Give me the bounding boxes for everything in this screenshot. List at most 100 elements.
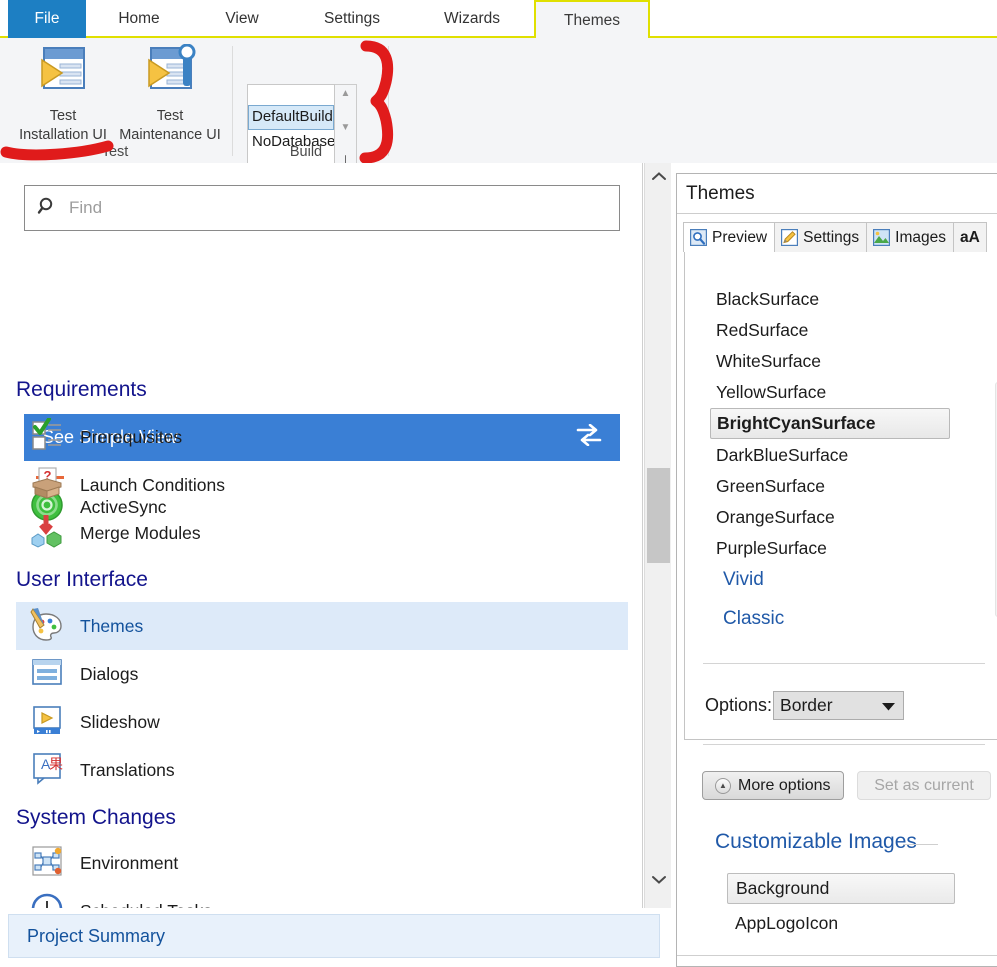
test-maintenance-ui-icon — [143, 44, 197, 101]
divider-above-buttons — [703, 744, 985, 745]
customizable-images-title: Customizable Images — [715, 830, 917, 854]
theme-item-whitesurface[interactable]: WhiteSurface — [710, 346, 950, 377]
theme-group-classic[interactable]: Classic — [723, 608, 784, 630]
theme-item-greensurface[interactable]: GreenSurface — [710, 471, 950, 502]
svg-text:果: 果 — [49, 756, 63, 772]
test-maintenance-ui-label: Test Maintenance UI — [119, 107, 221, 145]
sidebar-item-prerequisites[interactable]: Prerequisites — [16, 413, 628, 461]
tab-fonts[interactable]: aA — [953, 222, 987, 252]
ribbon-body: Test Installation UI Test Mainten — [0, 38, 997, 163]
scroll-up-arrow-icon[interactable]: ▲ — [341, 89, 351, 99]
theme-item-orangesurface[interactable]: OrangeSurface — [710, 502, 950, 533]
scroll-down-icon[interactable] — [645, 868, 672, 890]
ribbon-tab-settings[interactable]: Settings — [300, 0, 404, 38]
theme-item-darkbluesurface[interactable]: DarkBlueSurface — [710, 440, 950, 471]
theme-item-label: BrightCyanSurface — [717, 413, 876, 434]
scroll-down-arrow-icon[interactable]: ▼ — [341, 123, 351, 133]
search-input[interactable] — [67, 197, 587, 219]
theme-item-label: PurpleSurface — [716, 538, 827, 559]
ribbon-tabstrip: File Home View Settings Wizards Themes — [0, 0, 997, 38]
sidebar-header-system-changes: System Changes — [16, 806, 176, 830]
ribbon-tab-wizards-label: Wizards — [444, 10, 500, 28]
tab-fonts-label: aA — [960, 229, 980, 247]
slideshow-icon — [30, 703, 64, 742]
sidebar-item-translations-label: Translations — [80, 760, 175, 781]
tab-settings[interactable]: Settings — [774, 222, 867, 252]
theme-group-vivid[interactable]: Vivid — [723, 569, 764, 591]
set-as-current-button[interactable]: Set as current — [857, 771, 991, 800]
project-summary-label: Project Summary — [27, 926, 165, 947]
options-row: Options: Border — [705, 691, 904, 720]
sidebar-item-merge-modules[interactable]: Merge Modules — [16, 509, 628, 557]
ribbon-tab-file-label: File — [35, 10, 60, 28]
ribbon-tab-file[interactable]: File — [8, 0, 86, 38]
settings-pencil-icon — [781, 229, 798, 246]
chevron-down-icon — [882, 695, 895, 716]
image-item-background[interactable]: Background — [727, 873, 955, 904]
scrollbar-thumb[interactable] — [647, 468, 670, 563]
environment-icon — [30, 844, 64, 883]
theme-item-label: DarkBlueSurface — [716, 445, 848, 466]
more-options-button[interactable]: ▲ More options — [702, 771, 844, 800]
sidebar-item-merge-modules-label: Merge Modules — [80, 523, 201, 544]
chevron-up-icon: ▲ — [715, 778, 731, 794]
project-summary-bar[interactable]: Project Summary — [8, 914, 660, 958]
tab-settings-label: Settings — [803, 229, 859, 247]
theme-item-label: YellowSurface — [716, 382, 826, 403]
build-list-item-defaultbuild[interactable]: DefaultBuild — [248, 105, 334, 130]
customizable-images-rule — [903, 844, 938, 845]
ribbon-group-test-label: Test — [0, 144, 230, 160]
sidebar-item-dialogs[interactable]: Dialogs — [16, 650, 628, 698]
prerequisites-icon — [30, 418, 64, 457]
theme-item-label: BlackSurface — [716, 289, 819, 310]
sidebar-item-themes-label: Themes — [80, 616, 143, 637]
test-installation-ui-icon — [36, 44, 90, 101]
sidebar-item-themes[interactable]: Themes — [16, 602, 628, 650]
find-box[interactable] — [24, 185, 620, 231]
images-picture-icon — [873, 229, 890, 246]
ribbon-group-divider-2 — [388, 46, 389, 156]
theme-item-redsurface[interactable]: RedSurface — [710, 315, 950, 346]
ribbon-tab-view-label: View — [225, 10, 258, 28]
ribbon-group-build: DefaultBuild NoDatabase ▲ ▼ ⏐ Build — [236, 38, 376, 163]
theme-item-brightcyansurface[interactable]: BrightCyanSurface — [710, 408, 950, 439]
image-item-applogoicon[interactable]: AppLogoIcon — [727, 908, 955, 939]
tab-preview-label: Preview — [712, 229, 767, 247]
divider-above-options — [703, 663, 985, 664]
test-maintenance-ui-button[interactable]: Test Maintenance UI — [115, 44, 225, 145]
themes-panel-tabstrip: Preview Settings — [683, 222, 997, 252]
theme-item-yellowsurface[interactable]: YellowSurface — [710, 377, 950, 408]
sidebar-item-environment[interactable]: Environment — [16, 839, 628, 887]
sidebar-item-dialogs-label: Dialogs — [80, 664, 138, 685]
ribbon-tab-wizards[interactable]: Wizards — [420, 0, 524, 38]
sidebar-item-prerequisites-label: Prerequisites — [80, 427, 182, 448]
translations-icon: A 果 — [30, 751, 64, 790]
options-label: Options: — [705, 695, 772, 716]
sidebar-item-launch-conditions[interactable]: ? Launch Conditions — [16, 461, 628, 509]
tab-images[interactable]: Images — [866, 222, 954, 252]
application-window: File Home View Settings Wizards Themes — [0, 0, 997, 967]
sidebar-item-translations[interactable]: A 果 Translations — [16, 746, 628, 794]
theme-item-blacksurface[interactable]: BlackSurface — [710, 284, 950, 315]
sidebar-item-launch-conditions-label: Launch Conditions — [80, 475, 225, 496]
scheduled-tasks-icon — [30, 892, 64, 909]
ribbon-tab-home[interactable]: Home — [96, 0, 182, 38]
merge-modules-icon — [30, 514, 64, 553]
tab-preview[interactable]: Preview — [683, 222, 775, 252]
theme-item-label: OrangeSurface — [716, 507, 835, 528]
options-dropdown[interactable]: Border — [773, 691, 904, 720]
left-panel-scrollbar[interactable] — [644, 163, 671, 908]
sidebar-item-slideshow[interactable]: Slideshow — [16, 698, 628, 746]
theme-item-label: GreenSurface — [716, 476, 825, 497]
theme-item-purplesurface[interactable]: PurpleSurface — [710, 533, 950, 564]
scroll-up-icon[interactable] — [645, 165, 672, 187]
ribbon-tab-themes[interactable]: Themes — [534, 0, 650, 39]
left-navigation-panel: See Simple View ActiveSync Requirements — [0, 163, 643, 908]
ribbon-group-test: Test Installation UI Test Mainten — [0, 38, 230, 163]
ribbon-tab-view[interactable]: View — [200, 0, 284, 38]
sidebar-item-scheduled-tasks[interactable]: Scheduled Tasks — [16, 887, 628, 908]
image-item-label: Background — [736, 878, 829, 899]
preview-magnifier-icon — [690, 229, 707, 246]
test-installation-ui-button[interactable]: Test Installation UI — [8, 44, 118, 145]
ribbon-group-divider-1 — [232, 46, 233, 156]
